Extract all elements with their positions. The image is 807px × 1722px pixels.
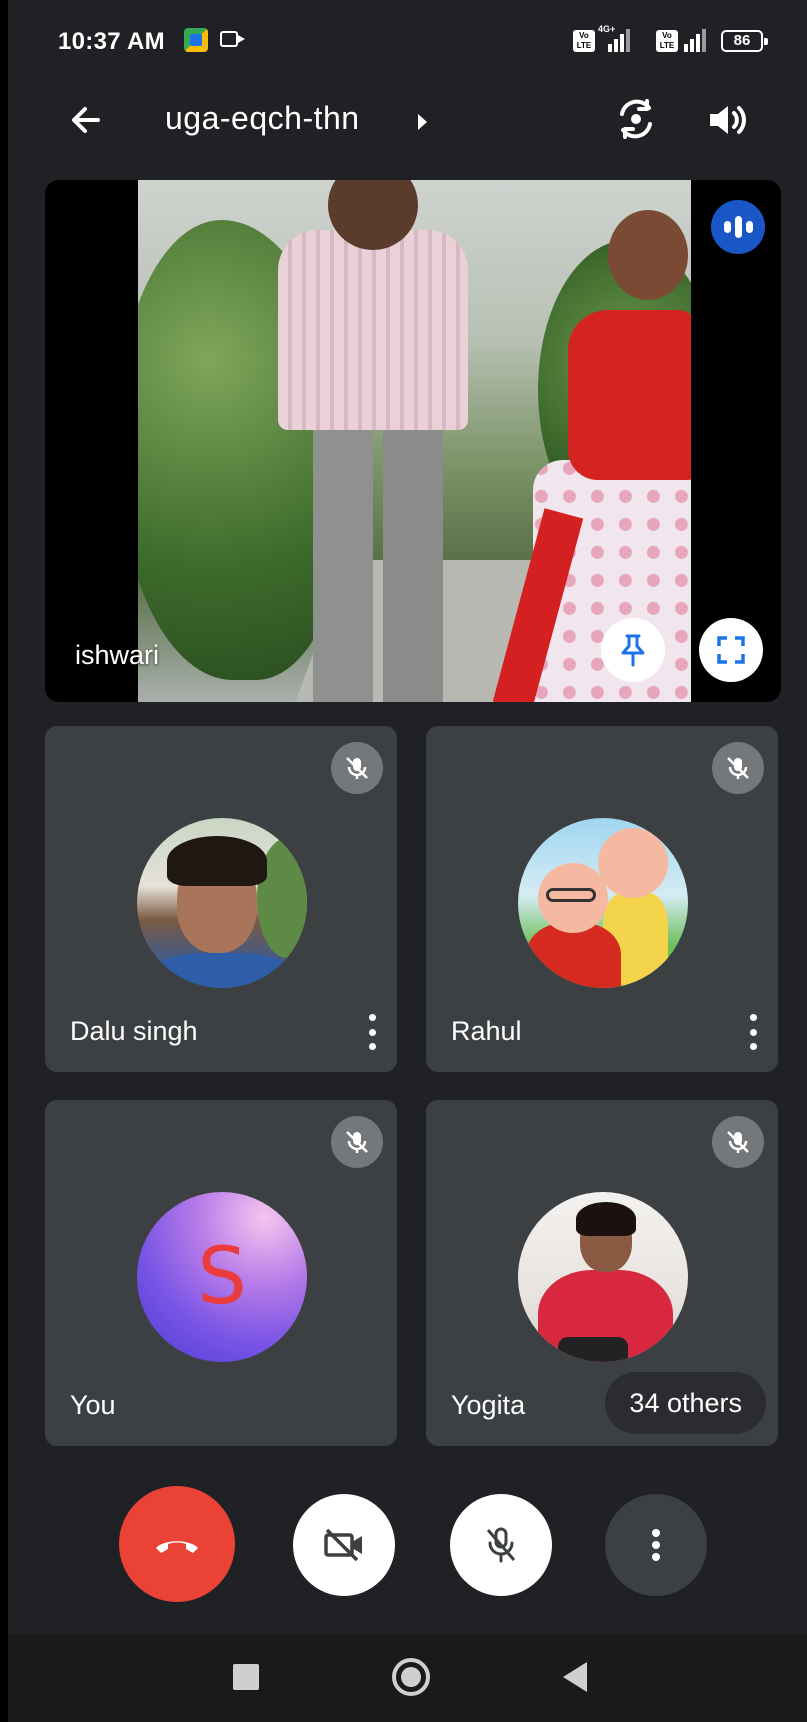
more-options-button[interactable]: [605, 1494, 707, 1596]
avatar: [518, 818, 688, 988]
signal-strength-icon: [608, 28, 634, 52]
mic-toggle-button[interactable]: [450, 1494, 552, 1596]
others-count-button[interactable]: 34 others: [605, 1372, 766, 1434]
back-arrow-icon[interactable]: [64, 98, 108, 142]
speaker-icon[interactable]: [702, 96, 750, 144]
avatar: S: [137, 1192, 307, 1362]
call-header: uga-eqch-thn: [8, 82, 807, 162]
meeting-info-caret-icon[interactable]: [418, 114, 427, 130]
participant-name: ishwari: [75, 640, 160, 670]
participant-tile[interactable]: Yogita 34 others: [426, 1100, 778, 1446]
status-time: 10:37 AM: [58, 28, 165, 55]
fullscreen-button[interactable]: [699, 618, 763, 682]
meet-call-screen: 10:37 AM Vo LTE 4G+ Vo LTE 86 uga-eqch-thn: [8, 0, 807, 1722]
back-icon[interactable]: [563, 1662, 587, 1692]
volte-icon-sim2: Vo LTE: [656, 30, 678, 52]
status-bar: 10:37 AM Vo LTE 4G+ Vo LTE 86: [8, 0, 807, 82]
google-meet-notification-icon: [184, 28, 208, 52]
muted-mic-icon: [712, 1116, 764, 1168]
meeting-code[interactable]: uga-eqch-thn: [165, 100, 360, 137]
pin-icon: [621, 634, 645, 667]
camera-toggle-button[interactable]: [293, 1494, 395, 1596]
participant-menu-icon[interactable]: [367, 1014, 377, 1050]
volte-icon: Vo LTE: [573, 30, 595, 52]
switch-camera-icon[interactable]: [611, 94, 661, 144]
participant-menu-icon[interactable]: [748, 1014, 758, 1050]
avatar-letter: S: [197, 1232, 247, 1322]
participant-tile-self[interactable]: S You: [45, 1100, 397, 1446]
mic-off-icon: [486, 1527, 516, 1563]
avatar: [137, 818, 307, 988]
participant-name: Dalu singh: [70, 1016, 198, 1046]
participant-name: Yogita: [451, 1390, 526, 1420]
participant-video: [138, 180, 691, 702]
end-call-button[interactable]: [119, 1486, 235, 1602]
end-call-icon: [156, 1541, 198, 1553]
battery-indicator: 86: [721, 30, 768, 52]
camera-in-use-icon: [220, 31, 245, 47]
participant-tile[interactable]: Rahul: [426, 726, 778, 1072]
pin-button[interactable]: [601, 618, 665, 682]
call-controls: [8, 1480, 807, 1602]
speaking-indicator-icon: [711, 200, 765, 254]
avatar: [518, 1192, 688, 1362]
recents-icon[interactable]: [233, 1664, 259, 1690]
participant-tile[interactable]: Dalu singh: [45, 726, 397, 1072]
system-nav-bar: [8, 1634, 807, 1722]
fullscreen-icon: [717, 636, 745, 664]
participant-name: Rahul: [451, 1016, 522, 1046]
more-vert-icon: [652, 1529, 660, 1561]
muted-mic-icon: [712, 742, 764, 794]
camera-off-icon: [324, 1528, 362, 1562]
home-icon[interactable]: [392, 1658, 430, 1696]
muted-mic-icon: [331, 1116, 383, 1168]
participant-name: You: [70, 1390, 116, 1420]
active-speaker-tile[interactable]: ishwari: [45, 180, 781, 702]
signal-strength-icon-sim2: [684, 28, 710, 52]
muted-mic-icon: [331, 742, 383, 794]
